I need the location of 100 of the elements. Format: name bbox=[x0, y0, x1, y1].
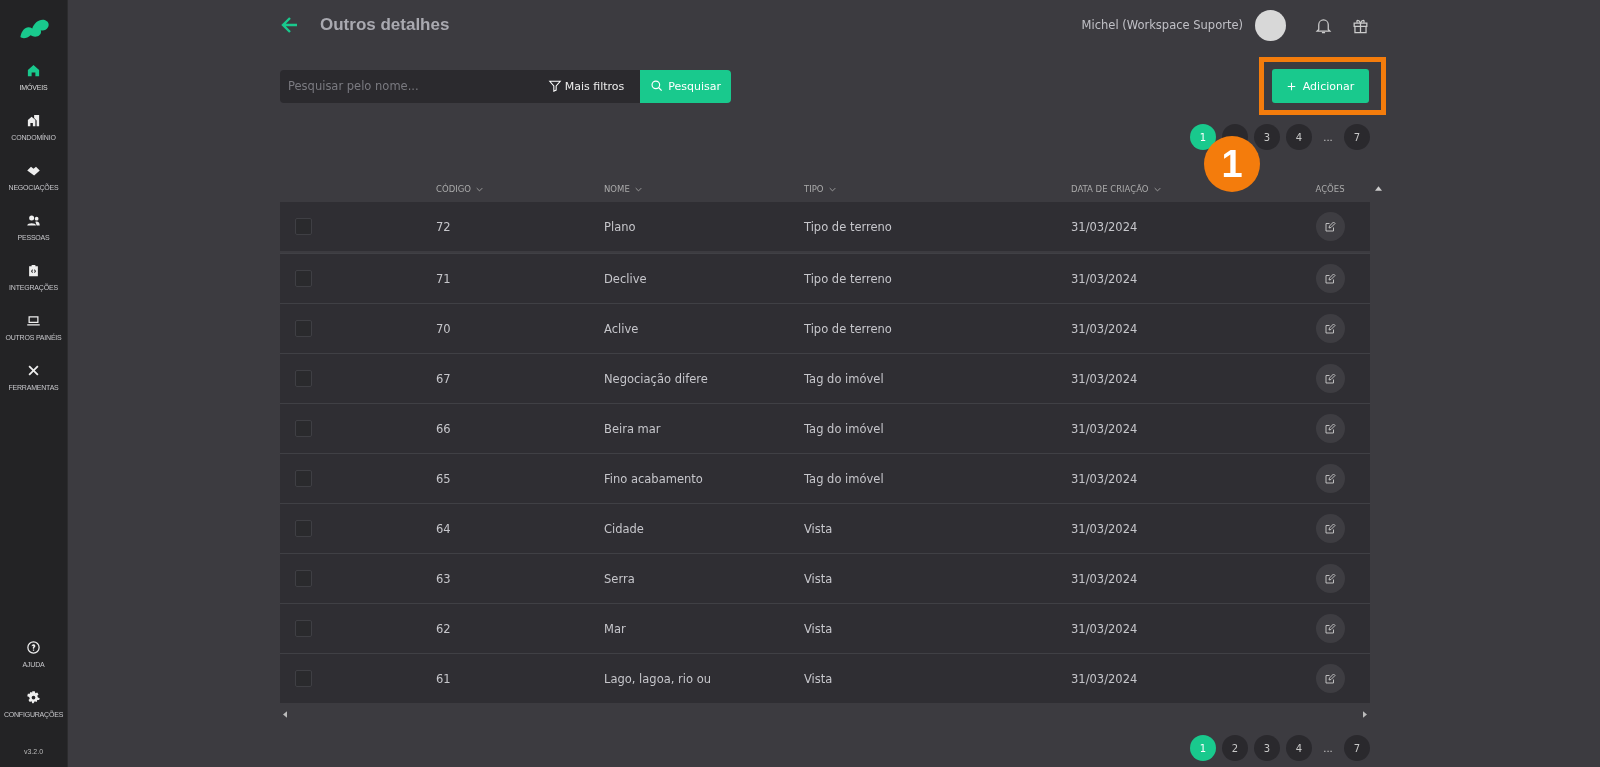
back-arrow-icon[interactable] bbox=[280, 15, 300, 35]
table-cell: 31/03/2024 bbox=[1071, 321, 1138, 336]
edit-icon bbox=[1324, 372, 1336, 385]
edit-icon bbox=[1324, 220, 1336, 233]
table-row[interactable]: 64 Cidade Vista 31/03/2024 bbox=[280, 503, 1370, 553]
scroll-up-icon[interactable] bbox=[1375, 186, 1382, 191]
page-button[interactable]: 2 bbox=[1222, 735, 1248, 761]
step-callout-tooltip: 1 bbox=[1204, 136, 1260, 192]
table-cell: Tag do imóvel bbox=[804, 421, 884, 436]
page-button[interactable]: 4 bbox=[1286, 735, 1312, 761]
table-row[interactable]: 71 Declive Tipo de terreno 31/03/2024 bbox=[280, 253, 1370, 303]
page-button[interactable]: 7 bbox=[1344, 124, 1370, 150]
table-cell: 31/03/2024 bbox=[1071, 671, 1138, 686]
table-cell: Lago, lagoa, rio ou bbox=[604, 671, 711, 686]
table-cell: 31/03/2024 bbox=[1071, 219, 1138, 234]
table-row[interactable]: 66 Beira mar Tag do imóvel 31/03/2024 bbox=[280, 403, 1370, 453]
table-cell: Vista bbox=[804, 571, 833, 586]
table-cell: Cidade bbox=[604, 521, 644, 536]
edit-button[interactable] bbox=[1315, 364, 1345, 393]
chevron-icon bbox=[1153, 186, 1161, 192]
code-icon bbox=[26, 263, 41, 278]
edit-icon bbox=[1324, 572, 1336, 585]
table-cell: 31/03/2024 bbox=[1071, 421, 1138, 436]
page-button[interactable]: 4 bbox=[1286, 124, 1312, 150]
settings-icon bbox=[26, 690, 41, 705]
building-icon bbox=[26, 113, 41, 128]
page-button[interactable]: 3 bbox=[1254, 735, 1280, 761]
table-cell: 61 bbox=[436, 671, 451, 686]
table-row[interactable]: 61 Lago, lagoa, rio ou Vista 31/03/2024 bbox=[280, 653, 1370, 703]
laptop-icon bbox=[26, 313, 41, 328]
table-cell: Fino acabamento bbox=[604, 471, 703, 486]
house-icon bbox=[26, 63, 41, 78]
table-cell: Tag do imóvel bbox=[804, 371, 884, 386]
filter-icon bbox=[547, 79, 562, 93]
column-header[interactable]: AÇÕES bbox=[1315, 184, 1345, 194]
table-cell: 72 bbox=[436, 219, 451, 234]
scroll-right-icon[interactable] bbox=[1363, 711, 1367, 718]
table-cell: Aclive bbox=[604, 321, 639, 336]
table-row[interactable]: 62 Mar Vista 31/03/2024 bbox=[280, 603, 1370, 653]
page-button[interactable]: 3 bbox=[1254, 124, 1280, 150]
table-cell: 31/03/2024 bbox=[1071, 521, 1138, 536]
edit-icon bbox=[1324, 472, 1336, 485]
table-cell: Tipo de terreno bbox=[804, 219, 892, 234]
table-cell: 65 bbox=[436, 471, 451, 486]
table-row[interactable]: 63 Serra Vista 31/03/2024 bbox=[280, 553, 1370, 603]
table-cell: Beira mar bbox=[604, 421, 661, 436]
table-cell: 71 bbox=[436, 271, 451, 286]
table-cell: 31/03/2024 bbox=[1071, 621, 1138, 636]
table-cell: 31/03/2024 bbox=[1071, 371, 1138, 386]
table-cell: Tag do imóvel bbox=[804, 471, 884, 486]
scroll-left-icon[interactable] bbox=[283, 711, 287, 718]
table-row[interactable]: 72 Plano Tipo de terreno 31/03/2024 bbox=[280, 202, 1370, 251]
table-row[interactable]: 65 Fino acabamento Tag do imóvel 31/03/2024 bbox=[280, 453, 1370, 503]
column-header[interactable]: CÓDIGO bbox=[436, 184, 483, 194]
people-icon bbox=[26, 213, 41, 228]
edit-button[interactable] bbox=[1315, 514, 1345, 543]
table-cell: 31/03/2024 bbox=[1071, 271, 1138, 286]
edit-button[interactable] bbox=[1315, 464, 1345, 493]
chevron-icon bbox=[475, 186, 483, 192]
edit-button[interactable] bbox=[1315, 314, 1345, 343]
column-header[interactable]: NOME bbox=[604, 184, 642, 194]
table-cell: Negociação difere bbox=[604, 371, 708, 386]
table-row[interactable]: 70 Aclive Tipo de terreno 31/03/2024 bbox=[280, 303, 1370, 353]
table-cell: 70 bbox=[436, 321, 451, 336]
filters-button[interactable]: Mais filtros bbox=[531, 69, 641, 103]
edit-button[interactable] bbox=[1315, 564, 1345, 593]
table-row[interactable]: 67 Negociação difere Tag do imóvel 31/03/2024 bbox=[280, 353, 1370, 403]
column-header[interactable]: DATA DE CRIAÇÃO bbox=[1071, 184, 1161, 194]
edit-button[interactable] bbox=[1315, 664, 1345, 693]
table-cell: Tipo de terreno bbox=[804, 271, 892, 286]
table-cell: Tipo de terreno bbox=[804, 321, 892, 336]
avatar[interactable] bbox=[1255, 9, 1286, 41]
user-name: Michel (Workspace Suporte) bbox=[1081, 18, 1243, 32]
table-cell: 66 bbox=[436, 421, 451, 436]
table-cell: 31/03/2024 bbox=[1071, 471, 1138, 486]
page-button[interactable]: ... bbox=[1318, 124, 1338, 150]
chevron-icon bbox=[828, 186, 836, 192]
plus-icon bbox=[1286, 81, 1296, 91]
table-cell: Mar bbox=[604, 621, 626, 636]
chevron-icon bbox=[634, 186, 642, 192]
table-cell: Serra bbox=[604, 571, 635, 586]
page-button[interactable]: 7 bbox=[1344, 735, 1370, 761]
column-header[interactable]: TIPO bbox=[804, 184, 836, 194]
edit-icon bbox=[1324, 622, 1336, 635]
edit-icon bbox=[1324, 672, 1336, 685]
table-cell: Plano bbox=[604, 219, 636, 234]
table-cell: 62 bbox=[436, 621, 451, 636]
help-icon bbox=[26, 640, 41, 655]
page-button[interactable]: ... bbox=[1318, 735, 1338, 761]
edit-icon bbox=[1324, 522, 1336, 535]
table-cell: Vista bbox=[804, 521, 833, 536]
table-cell: 67 bbox=[436, 371, 451, 386]
edit-button[interactable] bbox=[1315, 264, 1345, 293]
search-field[interactable]: Pesquisar pelo nome... bbox=[280, 69, 532, 103]
edit-button[interactable] bbox=[1315, 614, 1345, 643]
edit-button[interactable] bbox=[1315, 414, 1345, 443]
page-title: Outros detalhes bbox=[320, 15, 450, 35]
table-cell: 63 bbox=[436, 571, 451, 586]
edit-icon bbox=[1324, 322, 1336, 335]
edit-button[interactable] bbox=[1315, 212, 1345, 241]
